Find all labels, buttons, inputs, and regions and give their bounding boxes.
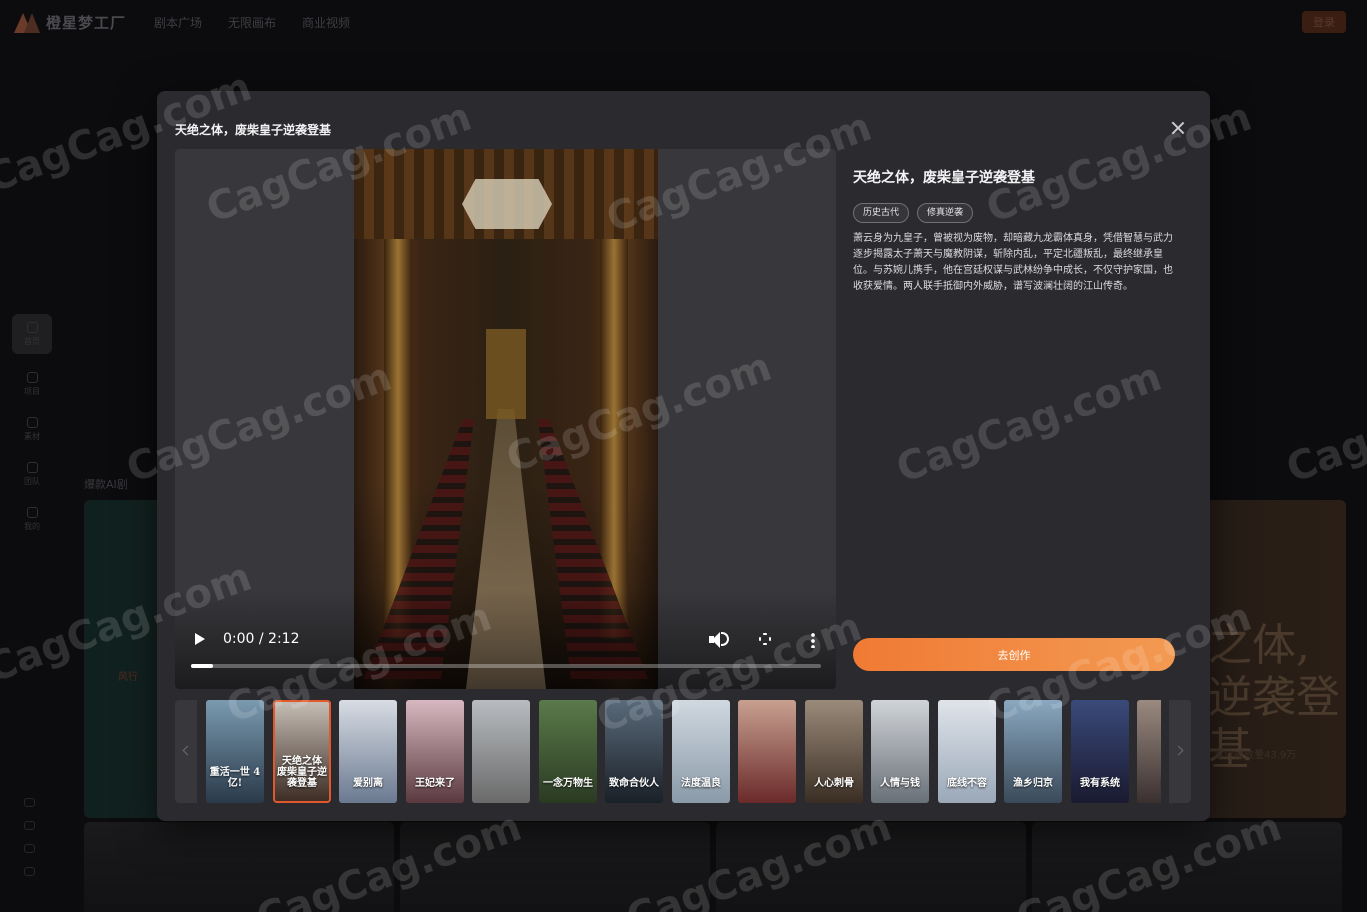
sidebar-item-mine[interactable]: 我的	[12, 497, 52, 542]
folder-icon	[26, 417, 38, 428]
thumbnail-title: 天绝之体 废柴皇子逆袭登基	[277, 756, 327, 789]
drama-thumbnail[interactable]: 人心刺骨	[805, 700, 863, 803]
drama-thumbnail[interactable]: 我有系统	[1071, 700, 1129, 803]
drama-title: 天绝之体，废柴皇子逆袭登基	[853, 170, 1035, 186]
nav-item-commercial-video[interactable]: 商业视频	[302, 14, 350, 31]
play-icon[interactable]	[195, 633, 205, 645]
drama-thumbnail[interactable]: 王妃来了	[406, 700, 464, 803]
drama-thumbnail[interactable]: 致命合伙人	[605, 700, 663, 803]
drama-thumbnail[interactable]: 人情与钱	[871, 700, 929, 803]
drama-card[interactable]	[84, 822, 394, 912]
drama-description: 萧云身为九皇子，曾被视为废物，却暗藏九龙霸体真身，凭借智慧与武力逐步揭露太子萧天…	[853, 233, 1173, 292]
thumbnail-list: 重活一世 4亿! 天绝之体 废柴皇子逆袭登基爱别离 王妃来了 一念万物生 致命合伙人 法度…	[206, 700, 1161, 803]
main-nav: 剧本广场 无限画布 商业视频	[154, 14, 350, 31]
watermark: CagCag.com	[1280, 353, 1367, 493]
drama-card[interactable]	[716, 822, 1026, 912]
thumbnail-title: 爱别离	[353, 778, 383, 789]
thumbnail-title: 人心刺骨	[814, 778, 854, 789]
thumbnail-title: 重活一世 4亿!	[209, 767, 261, 789]
message-icon[interactable]	[24, 867, 35, 876]
close-icon[interactable]	[1169, 119, 1187, 137]
video-scene-throne	[486, 329, 526, 419]
brand-name: 橙星梦工厂	[46, 14, 127, 32]
thumbnail-title: 嫁	[1140, 778, 1161, 789]
nav-item-script-square[interactable]: 剧本广场	[154, 14, 202, 31]
thumbnail-title: 我有系统	[1080, 778, 1120, 789]
drama-thumbnail[interactable]: 底线不容	[938, 700, 996, 803]
drama-card-row	[84, 822, 1342, 912]
thumbnail-title: 法度温良	[681, 778, 721, 789]
thumbnail-title: 一念万物生	[543, 778, 593, 789]
drama-thumbnail[interactable]: 天绝之体 废柴皇子逆袭登基	[273, 700, 331, 803]
drama-thumbnail[interactable]: 渔乡归京	[1004, 700, 1062, 803]
sidebar: 首页 项目 素材 团队 我的	[12, 314, 52, 542]
drama-card[interactable]	[400, 822, 710, 912]
team-icon	[26, 462, 38, 473]
sidebar-item-home[interactable]: 首页	[12, 314, 52, 354]
sidebar-bottom-tools	[24, 798, 35, 876]
genre-tag[interactable]: 修真逆袭	[917, 203, 974, 223]
brand-logo[interactable]: 橙星梦工厂	[14, 12, 126, 33]
banner-title-line: 之体,	[1208, 620, 1310, 671]
headset-icon[interactable]	[24, 844, 35, 853]
genre-tag[interactable]: 历史古代	[853, 203, 910, 223]
sidebar-item-label: 团队	[24, 477, 40, 486]
banner-tag: 风行	[118, 672, 138, 683]
genre-tags: 历史古代 修真逆袭	[853, 203, 974, 223]
community-icon[interactable]	[24, 821, 35, 830]
video-scene-skylight	[462, 179, 552, 229]
drama-thumbnail[interactable]	[738, 700, 796, 803]
banner-play-count: 累计播放量43.9万	[1214, 750, 1297, 761]
drama-thumbnail[interactable]	[472, 700, 530, 803]
drama-thumbnail[interactable]: 嫁	[1137, 700, 1161, 803]
more-options-icon[interactable]	[811, 632, 815, 648]
api-icon[interactable]	[24, 798, 35, 807]
top-bar: 橙星梦工厂 剧本广场 无限画布 商业视频 登录	[0, 0, 1367, 44]
drama-card[interactable]	[1032, 822, 1342, 912]
sidebar-item-team[interactable]: 团队	[12, 452, 52, 497]
carousel-prev-arrow[interactable]	[175, 700, 197, 803]
modal-title: 天绝之体，废柴皇子逆袭登基	[175, 123, 332, 137]
sidebar-item-label: 素材	[24, 432, 40, 441]
drama-thumbnail[interactable]: 法度温良	[672, 700, 730, 803]
sidebar-item-label: 我的	[24, 522, 40, 531]
sidebar-item-projects[interactable]: 项目	[12, 362, 52, 407]
progress-bar[interactable]	[191, 664, 821, 668]
thumbnail-title: 渔乡归京	[1013, 778, 1053, 789]
thumbnail-carousel: 重活一世 4亿! 天绝之体 废柴皇子逆袭登基爱别离 王妃来了 一念万物生 致命合伙人 法度…	[175, 700, 1192, 803]
sidebar-item-assets[interactable]: 素材	[12, 407, 52, 452]
sidebar-item-label: 首页	[24, 336, 40, 346]
logo-icon	[14, 12, 40, 33]
progress-fill	[191, 664, 214, 668]
home-icon	[26, 321, 38, 333]
user-icon	[26, 507, 38, 518]
grid-icon	[26, 372, 38, 383]
drama-thumbnail[interactable]: 一念万物生	[539, 700, 597, 803]
go-create-button[interactable]: 去创作	[853, 638, 1175, 671]
carousel-next-arrow[interactable]	[1169, 700, 1191, 803]
drama-detail-modal: 天绝之体，废柴皇子逆袭登基 0:00 / 2:12 天绝之体，废柴皇子逆袭登基 …	[157, 91, 1210, 821]
nav-item-infinite-canvas[interactable]: 无限画布	[228, 14, 276, 31]
drama-thumbnail[interactable]: 爱别离	[339, 700, 397, 803]
drama-thumbnail[interactable]: 重活一世 4亿!	[206, 700, 264, 803]
section-title-hot-ai-drama: 爆款AI剧	[84, 478, 128, 491]
thumbnail-title: 致命合伙人	[609, 778, 659, 789]
thumbnail-title: 底线不容	[947, 778, 987, 789]
time-display: 0:00 / 2:12	[223, 631, 300, 647]
login-button[interactable]: 登录	[1302, 11, 1346, 33]
video-player[interactable]: 0:00 / 2:12	[175, 149, 836, 689]
thumbnail-title: 王妃来了	[415, 778, 455, 789]
sidebar-item-label: 项目	[24, 387, 40, 396]
thumbnail-title: 人情与钱	[880, 778, 920, 789]
